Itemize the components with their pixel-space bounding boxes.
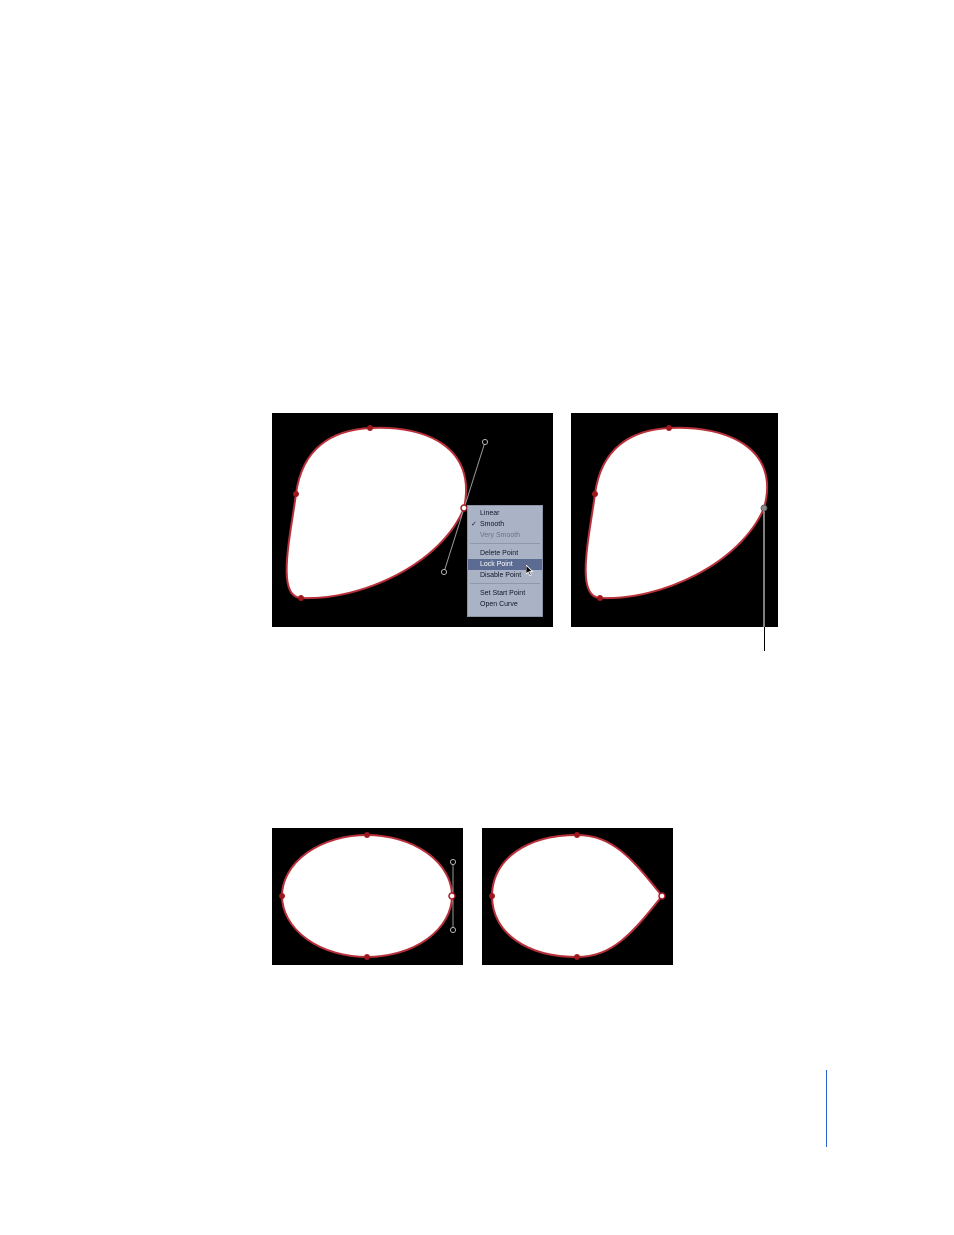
figure-corner-point <box>482 828 673 965</box>
menu-item-linear[interactable]: Linear <box>468 508 542 519</box>
tangent-handle-top[interactable] <box>450 859 456 865</box>
tangent-handle-top[interactable] <box>482 439 488 445</box>
control-point-bottom[interactable] <box>574 954 580 960</box>
control-point-left[interactable] <box>592 491 598 497</box>
menu-item-label: Smooth <box>480 521 505 528</box>
figure-locked-point <box>571 413 778 627</box>
shape-outline <box>584 426 769 600</box>
shape-canvas <box>489 832 666 960</box>
callout-line <box>764 627 765 651</box>
shape-canvas <box>584 425 769 627</box>
tangent-handle-bottom[interactable] <box>441 569 447 575</box>
menu-item-delete-point[interactable]: Delete Point <box>468 548 542 559</box>
control-point-left[interactable] <box>489 893 495 899</box>
control-point-bottom[interactable] <box>298 595 304 601</box>
checkmark-icon: ✓ <box>471 521 477 528</box>
control-point-left[interactable] <box>293 491 299 497</box>
menu-separator <box>470 583 540 584</box>
menu-item-label: Open Curve <box>480 601 518 608</box>
context-menu: Linear ✓ Smooth Very Smooth Delete Point … <box>467 505 543 617</box>
figure-smooth-point-context-menu: Linear ✓ Smooth Very Smooth Delete Point … <box>272 413 553 627</box>
corner-point[interactable] <box>658 892 666 900</box>
control-point-left[interactable] <box>279 893 285 899</box>
page-margin-rule <box>826 1070 827 1147</box>
menu-item-set-start-point[interactable]: Set Start Point <box>468 588 542 599</box>
control-point-top[interactable] <box>364 832 370 838</box>
shape-canvas <box>279 832 456 960</box>
menu-item-label: Lock Point <box>480 561 513 568</box>
mouse-pointer-icon <box>526 565 534 576</box>
menu-item-label: Set Start Point <box>480 590 526 597</box>
menu-item-open-curve[interactable]: Open Curve <box>468 599 542 610</box>
control-point-top[interactable] <box>666 425 672 431</box>
locked-point[interactable] <box>760 504 768 512</box>
shape-outline <box>281 834 453 958</box>
control-point-top[interactable] <box>574 832 580 838</box>
menu-item-label: Disable Point <box>480 572 522 579</box>
figure-smooth-ellipse <box>272 828 463 965</box>
menu-item-very-smooth: Very Smooth <box>468 530 542 541</box>
control-point-top[interactable] <box>367 425 373 431</box>
menu-item-smooth[interactable]: ✓ Smooth <box>468 519 542 530</box>
menu-item-label: Very Smooth <box>480 532 521 539</box>
control-point-selected[interactable] <box>448 892 456 900</box>
menu-item-label: Linear <box>480 510 500 517</box>
tangent-handle-bottom[interactable] <box>450 927 456 933</box>
shape-outline <box>490 833 664 959</box>
control-point-bottom[interactable] <box>597 595 603 601</box>
control-point-bottom[interactable] <box>364 954 370 960</box>
menu-separator <box>470 543 540 544</box>
menu-item-label: Delete Point <box>480 550 519 557</box>
shape-outline <box>285 426 467 600</box>
